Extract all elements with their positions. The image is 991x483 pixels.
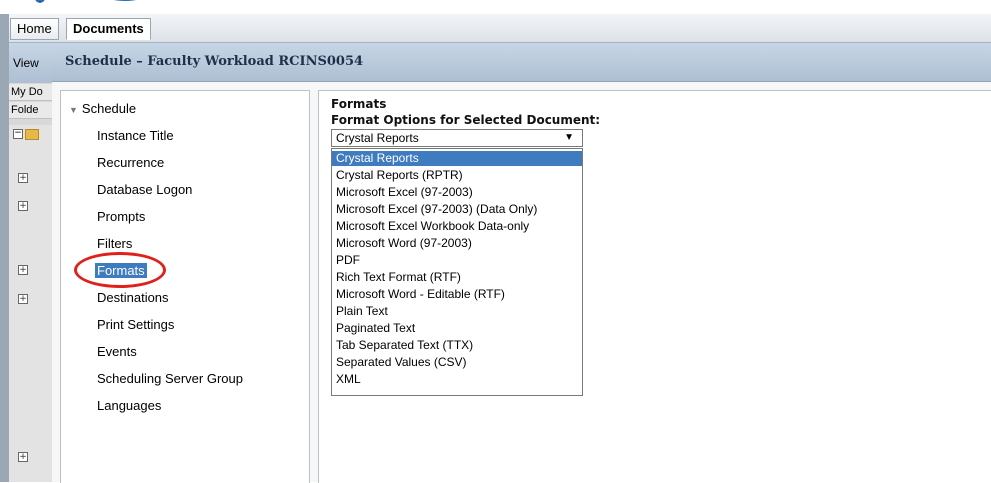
tab-documents[interactable]: Documents bbox=[66, 18, 151, 40]
format-option[interactable]: Plain Text bbox=[332, 304, 582, 319]
expand-icon[interactable]: + bbox=[18, 294, 28, 304]
left-edge bbox=[0, 14, 9, 482]
format-option[interactable]: Paginated Text bbox=[332, 321, 582, 336]
format-option[interactable]: Microsoft Word - Editable (RTF) bbox=[332, 287, 582, 302]
my-documents-item[interactable]: My Do bbox=[9, 84, 52, 101]
folder-tree: − + + + + + bbox=[9, 125, 52, 482]
nav-item-instance-title[interactable]: Instance Title bbox=[97, 128, 174, 143]
format-option[interactable]: Rich Text Format (RTF) bbox=[332, 270, 582, 285]
format-option[interactable]: Crystal Reports (RPTR) bbox=[332, 168, 582, 183]
expand-icon[interactable]: + bbox=[18, 173, 28, 183]
top-banner bbox=[0, 0, 991, 14]
format-option[interactable]: Crystal Reports bbox=[332, 151, 582, 166]
nav-item-filters[interactable]: Filters bbox=[97, 236, 132, 251]
format-option[interactable]: Microsoft Excel (97-2003) bbox=[332, 185, 582, 200]
expand-triangle-icon: ▼ bbox=[69, 105, 78, 115]
collapse-icon[interactable]: − bbox=[13, 129, 23, 139]
annotation-circle bbox=[74, 252, 166, 288]
formats-subheading: Format Options for Selected Document: bbox=[331, 113, 601, 127]
format-option[interactable]: Tab Separated Text (TTX) bbox=[332, 338, 582, 353]
app-logo-icon bbox=[35, 0, 136, 3]
format-option[interactable]: Microsoft Word (97-2003) bbox=[332, 236, 582, 251]
folders-item[interactable]: Folde bbox=[9, 102, 52, 119]
schedule-header: Schedule – Faculty Workload RCINS0054 bbox=[52, 43, 991, 82]
format-options-list: Crystal Reports Crystal Reports (RPTR) M… bbox=[331, 148, 583, 396]
nav-item-scheduling-server-group[interactable]: Scheduling Server Group bbox=[97, 371, 243, 386]
formats-panel: Formats Format Options for Selected Docu… bbox=[318, 90, 991, 483]
expand-icon[interactable]: + bbox=[18, 201, 28, 211]
format-option[interactable]: Microsoft Excel (97-2003) (Data Only) bbox=[332, 202, 582, 217]
view-menu[interactable]: View bbox=[9, 43, 52, 83]
nav-root-schedule[interactable]: ▼ Schedule bbox=[69, 101, 136, 116]
nav-item-languages[interactable]: Languages bbox=[97, 398, 161, 413]
format-select[interactable]: Crystal Reports ▼ bbox=[331, 129, 583, 147]
nav-item-print-settings[interactable]: Print Settings bbox=[97, 317, 174, 332]
format-option[interactable]: Microsoft Excel Workbook Data-only bbox=[332, 219, 582, 234]
folder-icon[interactable] bbox=[25, 129, 39, 140]
left-side-panel: View My Do Folde − + + + + + bbox=[9, 43, 53, 482]
dropdown-arrow-icon[interactable]: ▼ bbox=[564, 130, 574, 146]
expand-icon[interactable]: + bbox=[18, 265, 28, 275]
tab-bar: Home Documents bbox=[0, 14, 991, 43]
nav-root-label: Schedule bbox=[81, 101, 137, 116]
nav-item-recurrence[interactable]: Recurrence bbox=[97, 155, 164, 170]
format-option[interactable]: PDF bbox=[332, 253, 582, 268]
format-select-value: Crystal Reports bbox=[336, 131, 419, 145]
schedule-nav: ▼ Schedule Instance Title Recurrence Data… bbox=[60, 90, 310, 483]
nav-item-prompts[interactable]: Prompts bbox=[97, 209, 145, 224]
format-option[interactable]: Separated Values (CSV) bbox=[332, 355, 582, 370]
nav-item-database-logon[interactable]: Database Logon bbox=[97, 182, 192, 197]
expand-icon[interactable]: + bbox=[18, 452, 28, 462]
nav-item-events[interactable]: Events bbox=[97, 344, 137, 359]
page-title: Schedule – Faculty Workload RCINS0054 bbox=[65, 54, 364, 69]
formats-heading: Formats bbox=[331, 97, 387, 111]
tab-home[interactable]: Home bbox=[10, 18, 59, 40]
format-option[interactable]: XML bbox=[332, 372, 582, 387]
nav-item-destinations[interactable]: Destinations bbox=[97, 290, 169, 305]
